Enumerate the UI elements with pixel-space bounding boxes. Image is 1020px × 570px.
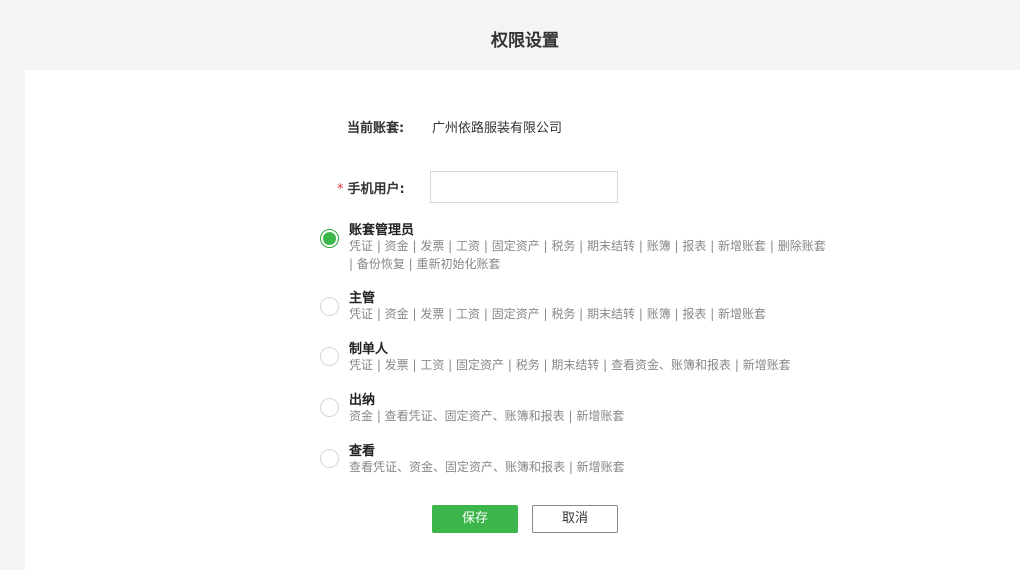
role-name: 查看 xyxy=(349,444,376,459)
role-permissions: 凭证 | 资金 | 发票 | 工资 | 固定资产 | 税务 | 期末结转 | 账… xyxy=(349,239,826,271)
phone-user-label-text: 手机用户: xyxy=(347,182,405,197)
required-mark: * xyxy=(337,182,344,197)
role-permissions: 凭证 | 发票 | 工资 | 固定资产 | 税务 | 期末结转 | 查看资金、账… xyxy=(349,358,791,372)
radio-preparer[interactable] xyxy=(320,347,339,366)
radio-supervisor[interactable] xyxy=(320,297,339,316)
radio-admin[interactable] xyxy=(320,229,339,248)
cancel-button[interactable]: 取消 xyxy=(532,505,618,533)
radio-cashier[interactable] xyxy=(320,398,339,417)
role-permissions: 查看凭证、资金、固定资产、账簿和报表 | 新增账套 xyxy=(349,460,625,474)
role-name: 主管 xyxy=(349,291,376,306)
save-button[interactable]: 保存 xyxy=(432,505,518,533)
radio-viewer[interactable] xyxy=(320,449,339,468)
role-name: 出纳 xyxy=(349,393,376,408)
role-permissions: 凭证 | 资金 | 发票 | 工资 | 固定资产 | 税务 | 期末结转 | 账… xyxy=(349,307,767,321)
current-account-value: 广州依路服装有限公司 xyxy=(432,121,563,136)
phone-user-label: * 手机用户: xyxy=(337,178,405,197)
role-permissions: 资金 | 查看凭证、固定资产、账簿和报表 | 新增账套 xyxy=(349,409,625,423)
page-title: 权限设置 xyxy=(491,31,559,51)
role-name: 账套管理员 xyxy=(349,223,415,238)
role-name: 制单人 xyxy=(349,342,389,357)
phone-user-input[interactable] xyxy=(430,171,618,203)
current-account-label: 当前账套: xyxy=(347,121,405,136)
